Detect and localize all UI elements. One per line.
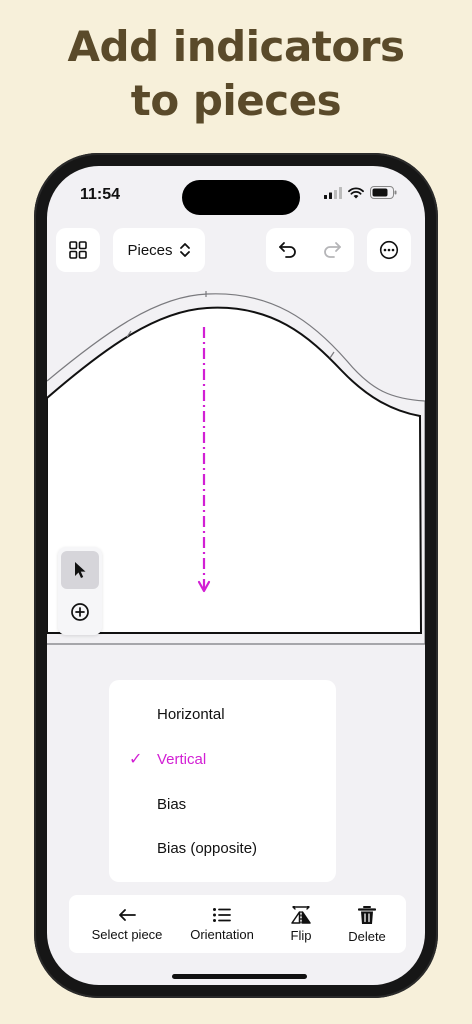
orientation-button[interactable]: Orientation <box>177 895 267 953</box>
menu-item-horizontal[interactable]: Horizontal <box>109 692 336 736</box>
delete-button[interactable]: Delete <box>337 895 397 953</box>
cursor-icon <box>75 562 86 578</box>
undo-button[interactable] <box>266 228 310 272</box>
headline: Add indicators to pieces <box>0 20 472 128</box>
menu-item-label: Vertical <box>157 750 207 768</box>
pattern-canvas[interactable] <box>47 291 425 656</box>
orientation-label: Orientation <box>190 926 254 942</box>
redo-button[interactable] <box>310 228 354 272</box>
tool-palette <box>58 547 102 635</box>
status-icons <box>324 186 397 199</box>
status-time: 11:54 <box>80 186 121 203</box>
pieces-selector[interactable]: Pieces <box>113 228 205 272</box>
pieces-selector-label: Pieces <box>127 241 173 259</box>
headline-line-1: Add indicators <box>67 22 405 71</box>
grid-icon <box>69 241 87 259</box>
select-piece-label: Select piece <box>91 926 163 942</box>
menu-item-label: Bias <box>157 795 187 813</box>
undo-icon <box>279 242 296 258</box>
home-indicator <box>172 974 307 979</box>
status-bar: 11:54 <box>47 166 425 220</box>
plus-circle-icon <box>71 603 89 621</box>
list-icon <box>213 907 231 922</box>
chevron-up-down-icon <box>179 243 190 257</box>
flip-icon <box>291 905 311 924</box>
wifi-icon <box>348 186 364 198</box>
headline-line-2: to pieces <box>130 76 342 125</box>
cellular-signal-icon <box>324 186 342 199</box>
grid-view-button[interactable] <box>56 228 100 272</box>
checkmark-icon: ✓ <box>129 751 143 768</box>
redo-icon <box>324 242 341 258</box>
bottom-action-bar: Select piece Orientation Flip Delete <box>69 895 406 953</box>
menu-item-bias-opposite[interactable]: Bias (opposite) <box>109 826 336 870</box>
app-screen: 11:54 Pieces Horizontal ✓ Vertical Bias … <box>47 166 425 985</box>
undo-redo-group <box>266 228 354 272</box>
select-piece-button[interactable]: Select piece <box>77 895 177 953</box>
dynamic-island <box>182 180 300 215</box>
phone-frame: 11:54 Pieces Horizontal ✓ Vertical Bias … <box>34 153 438 998</box>
menu-item-label: Horizontal <box>157 705 225 723</box>
battery-icon <box>370 186 397 199</box>
more-options-button[interactable] <box>367 228 411 272</box>
flip-button[interactable]: Flip <box>275 895 327 953</box>
pattern-piece[interactable] <box>47 306 423 634</box>
menu-item-bias[interactable]: Bias <box>109 782 336 826</box>
trash-icon <box>358 905 376 924</box>
add-tool-button[interactable] <box>61 593 99 631</box>
flip-label: Flip <box>290 927 312 943</box>
more-icon <box>379 240 399 260</box>
arrow-left-icon <box>119 908 136 921</box>
menu-item-label: Bias (opposite) <box>157 839 258 857</box>
menu-item-vertical[interactable]: ✓ Vertical <box>109 737 336 781</box>
notch-right <box>329 351 335 359</box>
delete-label: Delete <box>348 928 386 944</box>
orientation-menu: Horizontal ✓ Vertical Bias Bias (opposit… <box>109 680 336 882</box>
select-tool-button[interactable] <box>61 551 99 589</box>
